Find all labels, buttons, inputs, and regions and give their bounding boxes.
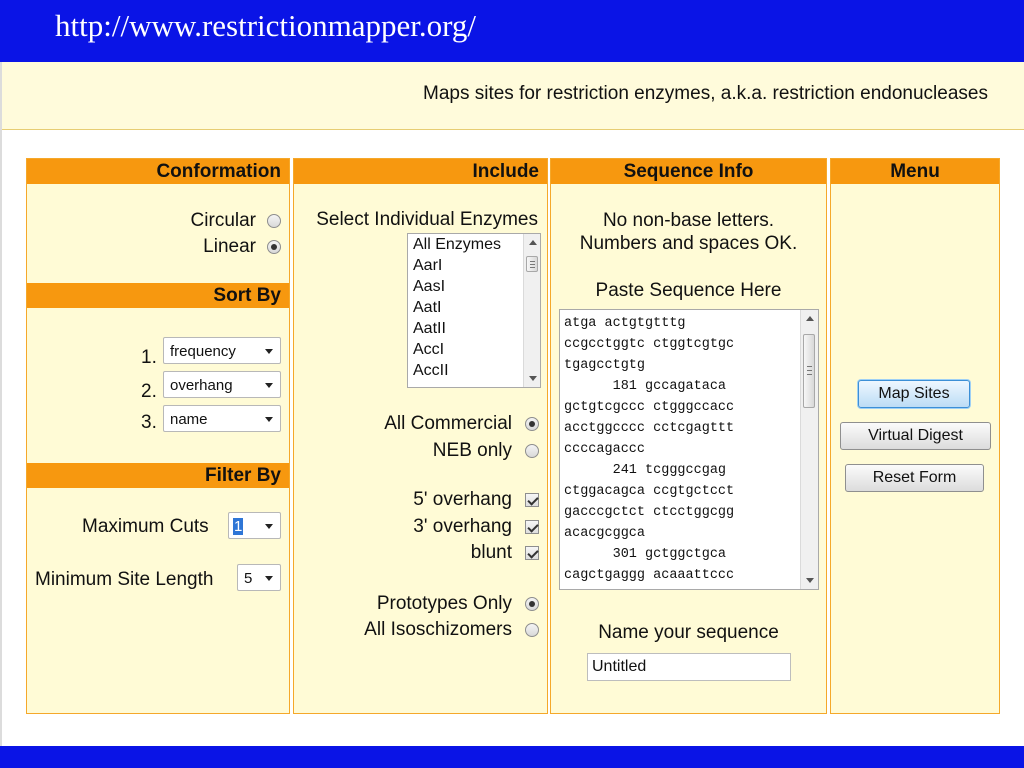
- all-isoschizomers-radio[interactable]: [525, 623, 539, 637]
- chevron-down-icon: [265, 383, 273, 388]
- site-tagline: Maps sites for restriction enzymes, a.k.…: [423, 83, 988, 104]
- all-isoschizomers-label: All Isoschizomers: [364, 619, 512, 640]
- slide-title-bar: http://www.restrictionmapper.org/: [0, 0, 1024, 62]
- sequence-info-header: Sequence Info: [551, 159, 826, 184]
- enzyme-list-scroll-thumb[interactable]: [526, 256, 538, 272]
- min-site-length-select[interactable]: 5: [237, 564, 281, 591]
- sequence-line: gacccgctct ctcctggcgg: [564, 505, 735, 520]
- chevron-down-icon: [265, 417, 273, 422]
- enzyme-option[interactable]: AarI: [413, 257, 442, 275]
- sort-rank-1: 1.: [141, 347, 157, 368]
- sequence-note-line-1: No non-base letters.: [602, 210, 775, 231]
- enzyme-option[interactable]: AasI: [413, 278, 445, 296]
- five-prime-overhang-label: 5' overhang: [413, 489, 512, 510]
- max-cuts-label: Maximum Cuts: [82, 516, 209, 537]
- sequence-line: tgagcctgtg: [564, 358, 646, 373]
- scroll-down-icon[interactable]: [806, 578, 814, 583]
- conformation-panel: Conformation Circular Linear Sort By 1. …: [26, 158, 290, 714]
- sort-select-3[interactable]: name: [163, 405, 281, 432]
- sequence-line: 181 gccagataca: [564, 379, 727, 394]
- sort-select-2[interactable]: overhang: [163, 371, 281, 398]
- sequence-line: cagctgaggg acaaattccc: [564, 568, 735, 583]
- sort-select-2-value: overhang: [170, 377, 233, 394]
- slide-footer-bar: [0, 746, 1024, 768]
- scroll-up-icon[interactable]: [529, 240, 537, 245]
- sequence-line: ccgcctggtc ctggtcgtgc: [564, 337, 735, 352]
- all-commercial-radio[interactable]: [525, 417, 539, 431]
- sort-select-3-value: name: [170, 411, 208, 428]
- enzyme-option[interactable]: AatII: [413, 320, 446, 338]
- sequence-note-line-2: Numbers and spaces OK.: [579, 233, 798, 254]
- sequence-scroll-thumb[interactable]: [803, 334, 815, 408]
- sequence-name-input[interactable]: Untitled: [587, 653, 791, 681]
- enzyme-listbox[interactable]: All Enzymes AarI AasI AatI AatII AccI Ac…: [407, 233, 541, 388]
- reset-form-button[interactable]: Reset Form: [845, 464, 984, 492]
- neb-only-label: NEB only: [432, 440, 512, 461]
- sequence-line: ctggacagca ccgtgctcct: [564, 484, 735, 499]
- site-banner: Maps sites for restriction enzymes, a.k.…: [2, 62, 1024, 130]
- include-header: Include: [294, 159, 547, 184]
- filter-by-header: Filter By: [27, 463, 289, 488]
- virtual-digest-button[interactable]: Virtual Digest: [840, 422, 991, 450]
- max-cuts-value: 1: [233, 518, 244, 535]
- linear-radio[interactable]: [267, 240, 281, 254]
- sequence-line: 301 gctggctgca: [564, 547, 727, 562]
- enzyme-option[interactable]: AccI: [413, 341, 444, 359]
- sort-by-header: Sort By: [27, 283, 289, 308]
- linear-label: Linear: [203, 236, 256, 257]
- five-prime-overhang-checkbox[interactable]: [525, 493, 539, 507]
- enzyme-option[interactable]: AatI: [413, 299, 441, 317]
- sequence-line: gctgtcgccc ctgggccacc: [564, 400, 735, 415]
- sequence-info-panel: Sequence Info No non-base letters. Numbe…: [550, 158, 827, 714]
- select-enzymes-label: Select Individual Enzymes: [316, 209, 538, 230]
- menu-panel: Menu Map Sites Virtual Digest Reset Form: [830, 158, 1000, 714]
- scroll-up-icon[interactable]: [806, 316, 814, 321]
- sort-rank-3: 3.: [141, 412, 157, 433]
- sequence-line: ccccagaccc: [564, 442, 646, 457]
- enzyme-list-scrollbar[interactable]: [523, 234, 540, 387]
- prototypes-only-label: Prototypes Only: [376, 593, 512, 614]
- min-site-length-value: 5: [244, 570, 253, 587]
- conformation-header: Conformation: [27, 159, 289, 184]
- sequence-line: 241 tcgggccgag: [564, 463, 727, 478]
- neb-only-radio[interactable]: [525, 444, 539, 458]
- max-cuts-select[interactable]: 1: [228, 512, 281, 539]
- web-page: Maps sites for restriction enzymes, a.k.…: [0, 62, 1024, 746]
- menu-header: Menu: [831, 159, 999, 184]
- blunt-label: blunt: [470, 542, 512, 563]
- chevron-down-icon: [265, 349, 273, 354]
- three-prime-overhang-label: 3' overhang: [413, 516, 512, 537]
- chevron-down-icon: [265, 524, 273, 529]
- enzyme-option[interactable]: All Enzymes: [413, 236, 501, 254]
- prototypes-only-radio[interactable]: [525, 597, 539, 611]
- sequence-textarea[interactable]: atga actgtgtttg ccgcctggtc ctggtcgtgc tg…: [559, 309, 819, 590]
- min-site-length-label: Minimum Site Length: [35, 569, 214, 590]
- paste-sequence-label: Paste Sequence Here: [595, 280, 782, 301]
- chevron-down-icon: [265, 576, 273, 581]
- slide-title-url: http://www.restrictionmapper.org/: [55, 8, 477, 43]
- three-prime-overhang-checkbox[interactable]: [525, 520, 539, 534]
- sort-select-1[interactable]: frequency: [163, 337, 281, 364]
- circular-radio[interactable]: [267, 214, 281, 228]
- sequence-line: acctggcccc cctcgagttt: [564, 421, 735, 436]
- sort-select-1-value: frequency: [170, 343, 236, 360]
- blunt-checkbox[interactable]: [525, 546, 539, 560]
- enzyme-option[interactable]: AccII: [413, 362, 449, 380]
- map-sites-button[interactable]: Map Sites: [858, 380, 970, 408]
- sequence-scrollbar[interactable]: [800, 310, 818, 589]
- sequence-line: atga actgtgtttg: [564, 316, 686, 331]
- circular-label: Circular: [190, 210, 256, 231]
- sort-rank-2: 2.: [141, 381, 157, 402]
- name-sequence-label: Name your sequence: [598, 622, 779, 643]
- include-panel: Include Select Individual Enzymes All En…: [293, 158, 548, 714]
- scroll-down-icon[interactable]: [529, 376, 537, 381]
- all-commercial-label: All Commercial: [384, 413, 512, 434]
- sequence-line: acacgcggca: [564, 526, 646, 541]
